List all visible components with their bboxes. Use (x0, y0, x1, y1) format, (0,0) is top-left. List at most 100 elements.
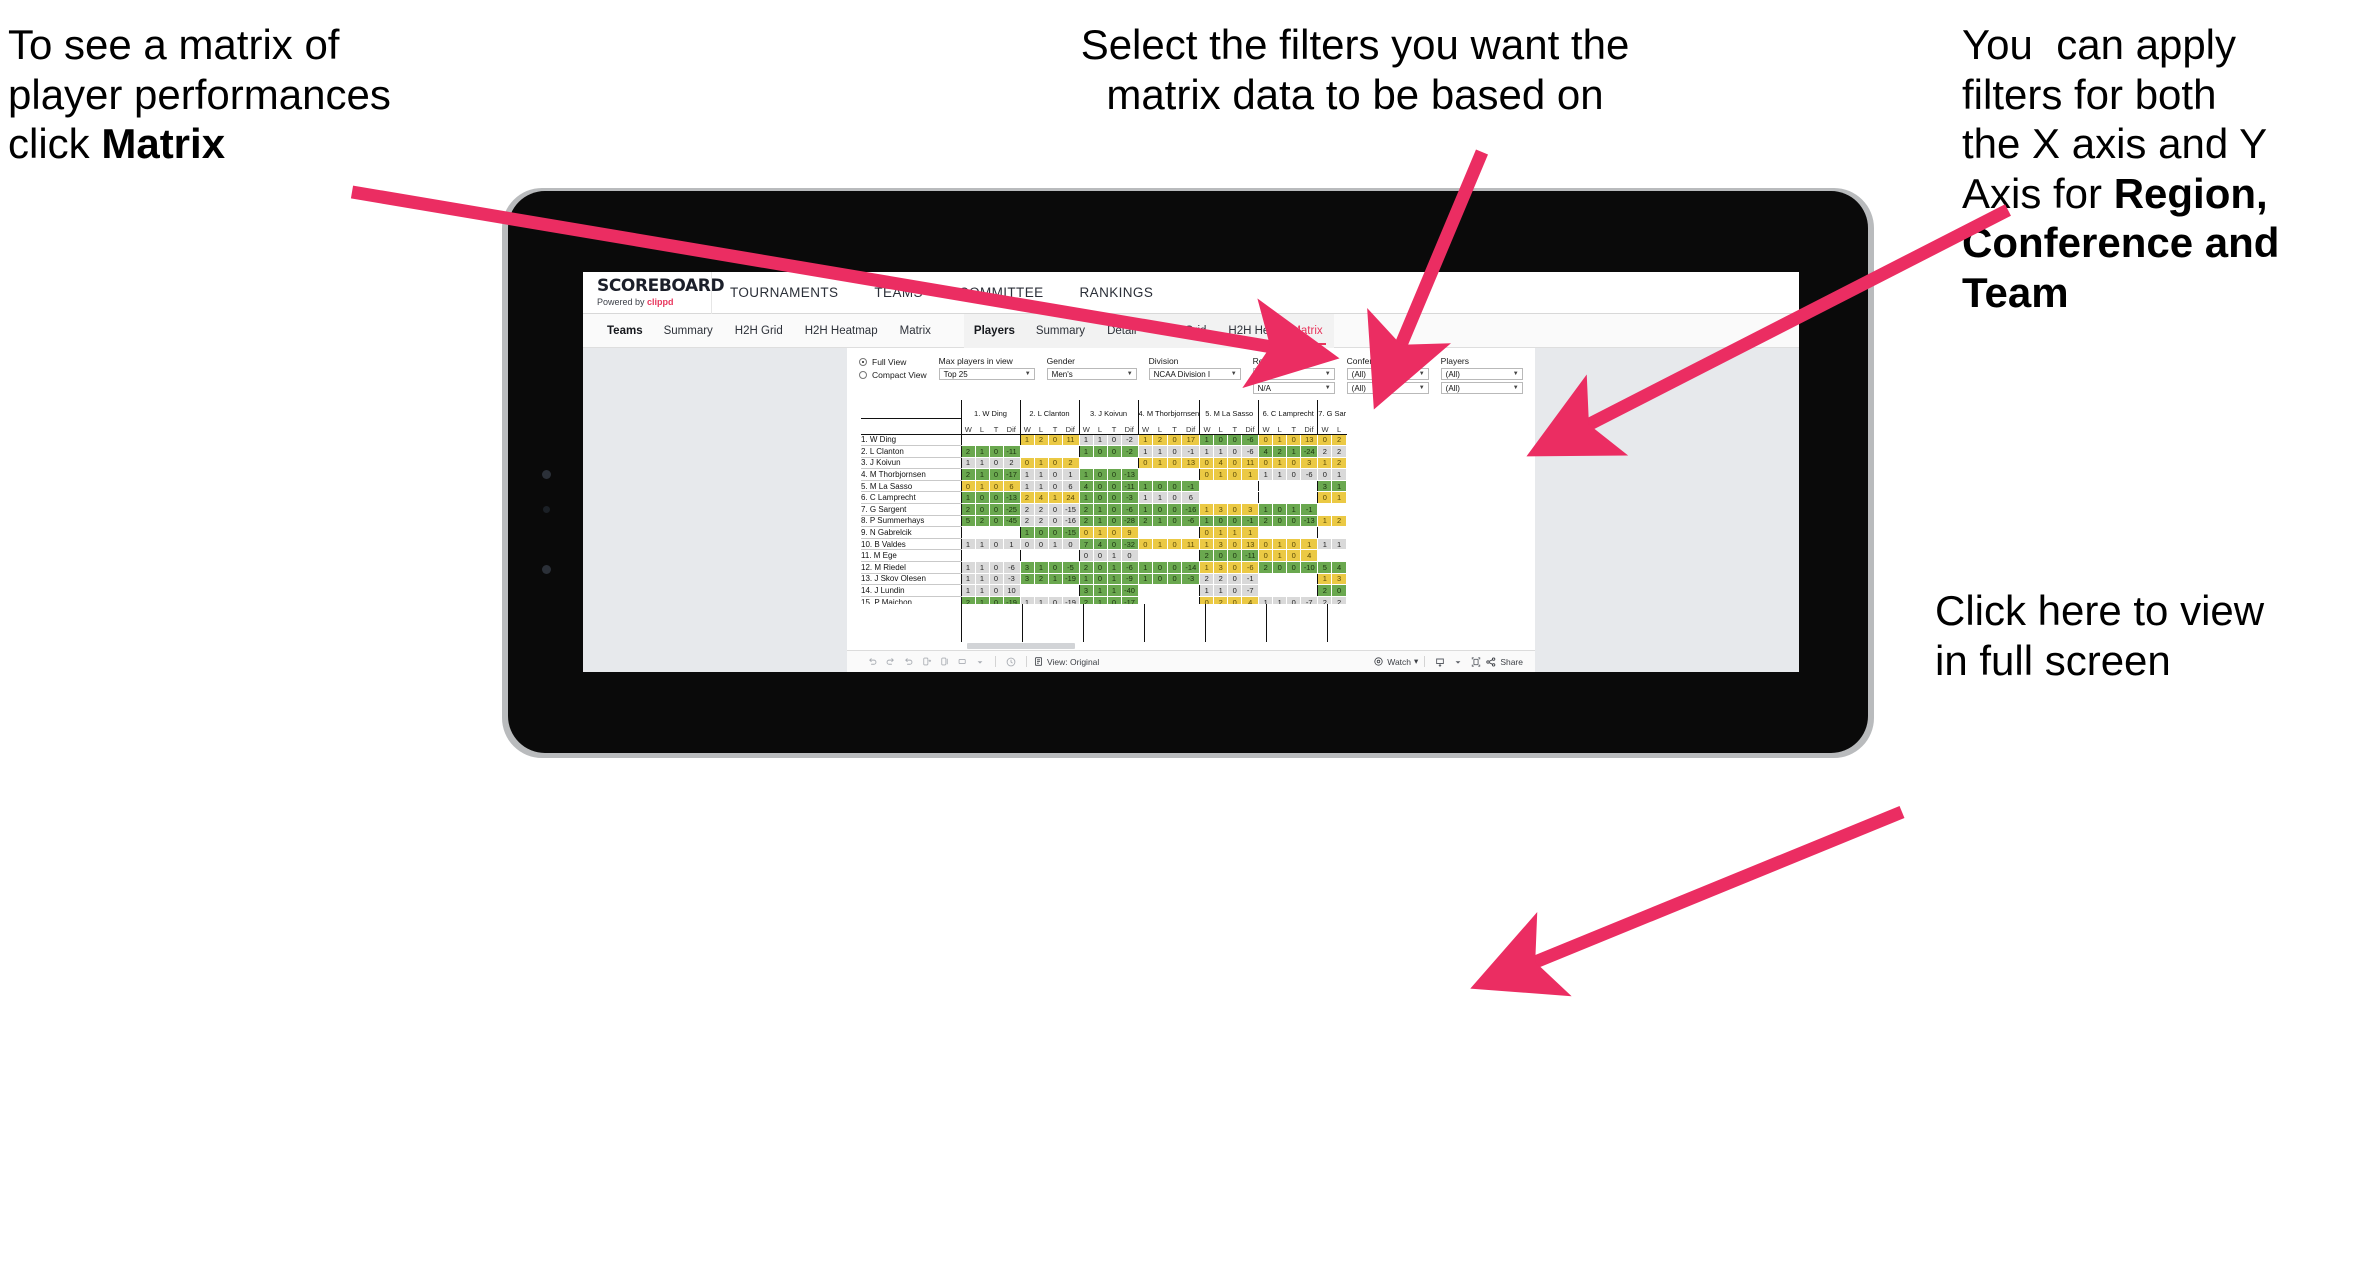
matrix-cell[interactable]: 0 (1227, 503, 1243, 516)
matrix-cell[interactable]: 0 (1227, 584, 1243, 597)
matrix-cell[interactable]: -13 (1121, 468, 1139, 481)
matrix-cell[interactable]: 0 (1199, 596, 1215, 604)
matrix-cell[interactable]: 3 (1331, 573, 1347, 586)
matrix-cell[interactable]: 1 (1199, 515, 1215, 528)
matrix-cell[interactable]: 0 (1048, 596, 1063, 604)
radio-full-view[interactable]: Full View (859, 357, 927, 367)
matrix-cell[interactable]: 2 (1317, 596, 1333, 604)
matrix-cell[interactable]: 2 (1034, 503, 1049, 516)
matrix-cell[interactable]: 0 (1093, 549, 1108, 563)
matrix-cell[interactable]: 6 (1003, 480, 1021, 493)
matrix-cell[interactable]: 0 (1258, 434, 1274, 447)
matrix-cell[interactable]: 0 (1227, 538, 1243, 551)
matrix-cell[interactable]: 1 (1034, 561, 1049, 574)
matrix-cell[interactable]: 1 (1286, 445, 1302, 458)
matrix-cell[interactable]: 1 (975, 584, 990, 597)
matrix-cell[interactable]: -3 (1121, 491, 1139, 505)
matrix-cell[interactable]: -6 (1241, 445, 1260, 458)
matrix-cell[interactable]: 3 (1213, 561, 1229, 574)
matrix-cell[interactable]: 0 (1048, 561, 1063, 574)
share-button[interactable]: Share (1485, 656, 1523, 668)
matrix-cell[interactable]: 0 (1286, 468, 1302, 481)
download-icon[interactable] (1431, 656, 1449, 668)
matrix-cell[interactable]: 0 (989, 515, 1004, 528)
matrix-cell[interactable]: 1 (975, 445, 990, 458)
nav-item-tournaments[interactable]: TOURNAMENTS (712, 272, 856, 314)
matrix-cell[interactable]: 1 (1331, 491, 1347, 505)
matrix-cell[interactable]: 1 (1137, 503, 1154, 516)
matrix-cell[interactable]: 0 (1107, 445, 1122, 458)
matrix-cell[interactable]: -14 (1181, 561, 1201, 574)
matrix-cell[interactable]: 1 (1078, 434, 1094, 447)
matrix-cell[interactable]: 0 (1286, 596, 1302, 604)
matrix-cell[interactable]: 0 (1093, 573, 1108, 586)
matrix-cell[interactable]: 0 (1107, 491, 1122, 505)
matrix-cell[interactable]: -5 (1062, 561, 1080, 574)
matrix-cell[interactable]: 1 (975, 457, 990, 470)
matrix-cell[interactable]: 0 (1199, 526, 1215, 539)
matrix-cell[interactable]: 1 (1199, 434, 1215, 447)
matrix-cell[interactable]: -1 (1241, 515, 1260, 528)
matrix-cell[interactable]: 0 (989, 538, 1004, 551)
matrix-cell[interactable]: 1 (1034, 480, 1049, 493)
matrix-cell[interactable]: 0 (1121, 549, 1139, 563)
matrix-cell[interactable]: -6 (1003, 561, 1021, 574)
matrix-cell[interactable]: 1 (1078, 573, 1094, 586)
tab-teams-summary[interactable]: Summary (653, 314, 724, 348)
matrix-cell[interactable]: 2 (1213, 596, 1229, 604)
matrix-cell[interactable]: 0 (1199, 468, 1215, 481)
filter-gender-select[interactable]: Men's ▼ (1046, 368, 1137, 380)
matrix-cell[interactable]: 1 (1317, 515, 1333, 528)
tab-teams-h2h-grid[interactable]: H2H Grid (724, 314, 794, 348)
matrix-cell[interactable]: 2 (1199, 573, 1215, 586)
matrix-cell[interactable]: -19 (1062, 573, 1080, 586)
matrix-cell[interactable]: -9 (1121, 573, 1139, 586)
matrix-cell[interactable]: 0 (1286, 561, 1302, 574)
matrix-cell[interactable]: 0 (1272, 503, 1288, 516)
matrix-cell[interactable]: 0 (1286, 457, 1302, 470)
matrix-cell[interactable]: -19 (1003, 596, 1021, 604)
matrix-cell[interactable]: 1 (1078, 445, 1094, 458)
view-original-button[interactable]: View: Original (1033, 656, 1099, 667)
matrix-cell[interactable]: 0 (989, 584, 1004, 597)
matrix-cell[interactable]: 1 (1048, 491, 1063, 505)
matrix-cell[interactable]: 0 (1048, 480, 1063, 493)
filter-players-y-select[interactable]: (All) ▼ (1440, 382, 1523, 394)
undo-icon[interactable] (863, 656, 881, 667)
matrix-cell[interactable]: 0 (989, 491, 1004, 505)
fullscreen-icon[interactable] (1467, 656, 1485, 668)
matrix-cell[interactable]: 1 (960, 457, 976, 470)
redo-icon[interactable] (881, 656, 899, 667)
matrix-cell[interactable]: 1 (960, 491, 976, 505)
filter-division-select[interactable]: NCAA Division I ▼ (1148, 368, 1241, 380)
matrix-cell[interactable]: 2 (1272, 445, 1288, 458)
matrix-cell[interactable]: 3 (1019, 561, 1035, 574)
matrix-cell[interactable]: 0 (1107, 538, 1122, 551)
matrix-cell[interactable]: -45 (1003, 515, 1021, 528)
matrix-cell[interactable]: 0 (1258, 538, 1274, 551)
matrix-cell[interactable]: 0 (1093, 468, 1108, 481)
matrix-cell[interactable]: 1 (1227, 526, 1243, 539)
matrix-cell[interactable]: 2 (1199, 549, 1215, 563)
matrix-cell[interactable]: 0 (1093, 561, 1108, 574)
filter-players-x-select[interactable]: (All) ▼ (1440, 368, 1523, 380)
pause-data-icon[interactable] (935, 656, 953, 667)
matrix-cell[interactable]: 4 (1213, 457, 1229, 470)
matrix-cell[interactable]: 0 (1286, 538, 1302, 551)
matrix-cell[interactable]: -16 (1062, 515, 1080, 528)
matrix-cell[interactable]: 0 (1152, 503, 1168, 516)
brand-logo[interactable]: SCOREBOARD Powered by clippd (597, 278, 725, 308)
matrix-cell[interactable]: -16 (1181, 503, 1201, 516)
watch-button[interactable]: Watch ▾ (1373, 656, 1418, 667)
matrix-cell[interactable]: 0 (1167, 561, 1183, 574)
matrix-cell[interactable]: 1 (1152, 491, 1168, 505)
matrix-cell[interactable]: -32 (1121, 538, 1139, 551)
matrix-cell[interactable]: 0 (1258, 549, 1274, 563)
filter-max-players-select[interactable]: Top 25 ▼ (938, 368, 1035, 380)
matrix-cell[interactable]: 1 (1034, 468, 1049, 481)
matrix-cell[interactable]: 1 (1019, 434, 1035, 447)
matrix-cell[interactable]: 1 (1300, 538, 1319, 551)
matrix-cell[interactable]: 2 (1331, 515, 1347, 528)
matrix-cell[interactable]: 1 (1317, 457, 1333, 470)
matrix-cell[interactable]: 0 (1167, 434, 1183, 447)
